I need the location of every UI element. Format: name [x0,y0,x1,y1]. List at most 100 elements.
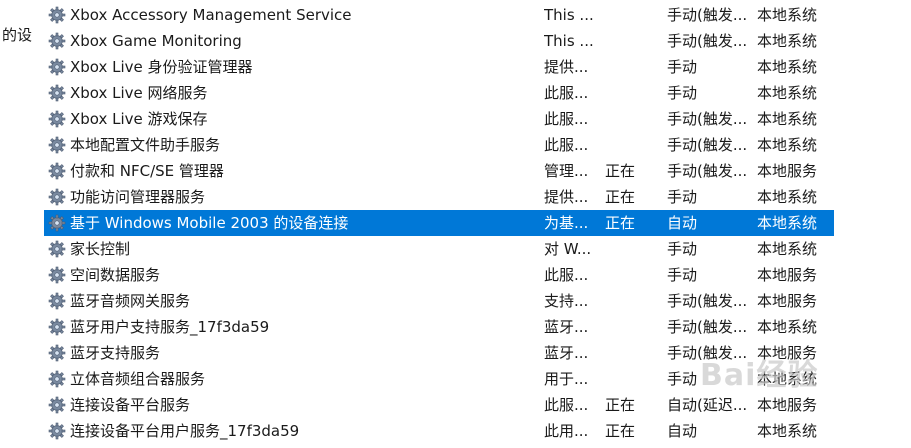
service-logon-as: 本地系统 [757,240,818,258]
service-logon-as: 本地系统 [757,422,818,440]
gear-service-icon [48,292,66,310]
service-row[interactable]: 蓝牙音频网关服务 支持... 手动(触发... 本地服务 [44,288,834,314]
service-startup-type: 手动 [667,84,698,102]
service-description: 此服... [544,136,589,154]
service-name: 付款和 NFC/SE 管理器 [70,162,224,180]
service-logon-as: 本地系统 [757,6,818,24]
service-name: 基于 Windows Mobile 2003 的设备连接 [70,214,349,232]
gear-service-icon [48,6,66,24]
service-row[interactable]: 本地配置文件助手服务 此服... 手动(触发... 本地系统 [44,132,834,158]
service-startup-type: 手动(触发... [667,136,748,154]
service-description: 支持... [544,292,589,310]
service-description: 此服... [544,110,589,128]
gear-service-icon [48,136,66,154]
service-logon-as: 本地系统 [757,84,818,102]
service-name: Xbox Live 身份验证管理器 [70,58,253,76]
service-startup-type: 自动(延迟... [667,396,748,414]
service-description: 管理... [544,162,589,180]
service-startup-type: 手动 [667,188,698,206]
service-name: 空间数据服务 [70,266,161,284]
service-startup-type: 自动 [667,422,698,440]
service-status: 正在 [605,396,636,414]
gear-service-icon [48,396,66,414]
service-name: 蓝牙支持服务 [70,344,161,362]
gear-service-icon [48,344,66,362]
service-row[interactable]: 蓝牙用户支持服务_17f3da59 蓝牙... 手动(触发... 本地系统 [44,314,834,340]
service-name: 蓝牙音频网关服务 [70,292,191,310]
service-row[interactable]: Xbox Live 网络服务 此服... 手动 本地系统 [44,80,834,106]
service-description: 提供... [544,58,589,76]
service-description: 提供... [544,188,589,206]
service-row[interactable]: 功能访问管理器服务 提供... 正在 手动 本地系统 [44,184,834,210]
service-name: 连接设备平台用户服务_17f3da59 [70,422,300,440]
service-status: 正在 [605,162,636,180]
service-name: Xbox Live 网络服务 [70,84,208,102]
service-logon-as: 本地系统 [757,110,818,128]
service-row[interactable]: Xbox Game Monitoring This ... 手动(触发... 本… [44,28,834,54]
service-name: 蓝牙用户支持服务_17f3da59 [70,318,270,336]
gear-service-icon [48,214,66,232]
gear-service-icon [48,422,66,440]
service-description: 蓝牙... [544,344,589,362]
gear-service-icon [48,162,66,180]
service-name: 立体音频组合器服务 [70,370,206,388]
service-row[interactable]: Xbox Live 身份验证管理器 提供... 手动 本地系统 [44,54,834,80]
service-row[interactable]: Xbox Live 游戏保存 此服... 手动(触发... 本地系统 [44,106,834,132]
service-logon-as: 本地系统 [757,58,818,76]
service-description: 用于... [544,370,589,388]
gear-service-icon [48,266,66,284]
service-startup-type: 手动(触发... [667,292,748,310]
service-logon-as: 本地系统 [757,32,818,50]
service-startup-type: 手动(触发... [667,6,748,24]
gear-service-icon [48,58,66,76]
service-description: 为基... [544,214,589,232]
service-description: 此服... [544,396,589,414]
service-row[interactable]: 基于 Windows Mobile 2003 的设备连接 为基... 正在 自动… [44,210,834,236]
service-startup-type: 手动(触发... [667,318,748,336]
gear-service-icon [48,318,66,336]
service-description: This ... [544,32,594,50]
service-name: 本地配置文件助手服务 [70,136,221,154]
service-description: 对 W... [544,240,592,258]
service-name: Xbox Game Monitoring [70,32,242,50]
service-row[interactable]: 空间数据服务 此服... 手动 本地服务 [44,262,834,288]
service-description: This ... [544,6,594,24]
service-logon-as: 本地服务 [757,396,818,414]
service-row[interactable]: 付款和 NFC/SE 管理器 管理... 正在 手动(触发... 本地服务 [44,158,834,184]
service-logon-as: 本地系统 [757,136,818,154]
service-logon-as: 本地系统 [757,318,818,336]
side-panel-text: 的设 [2,26,33,44]
service-logon-as: 本地服务 [757,162,818,180]
service-startup-type: 手动(触发... [667,110,748,128]
service-startup-type: 手动(触发... [667,162,748,180]
service-description: 蓝牙... [544,318,589,336]
service-name: Xbox Live 游戏保存 [70,110,208,128]
service-description: 此用... [544,422,589,440]
service-row[interactable]: Xbox Accessory Management Service This .… [44,2,834,28]
service-logon-as: 本地服务 [757,266,818,284]
service-logon-as: 本地服务 [757,292,818,310]
service-name: 连接设备平台服务 [70,396,191,414]
service-description: 此服... [544,266,589,284]
gear-service-icon [48,240,66,258]
service-row[interactable]: 连接设备平台用户服务_17f3da59 此用... 正在 自动 本地系统 [44,418,834,444]
service-startup-type: 手动 [667,58,698,76]
service-startup-type: 手动 [667,240,698,258]
gear-service-icon [48,32,66,50]
service-name: 功能访问管理器服务 [70,188,206,206]
gear-service-icon [48,188,66,206]
gear-service-icon [48,84,66,102]
service-status: 正在 [605,422,636,440]
service-startup-type: 手动 [667,266,698,284]
service-description: 此服... [544,84,589,102]
service-status: 正在 [605,214,636,232]
gear-service-icon [48,110,66,128]
service-row[interactable]: 连接设备平台服务 此服... 正在 自动(延迟... 本地服务 [44,392,834,418]
service-name: Xbox Accessory Management Service [70,6,352,24]
service-row[interactable]: 家长控制 对 W... 手动 本地系统 [44,236,834,262]
baidu-watermark: Bai经验 [700,358,819,393]
service-startup-type: 自动 [667,214,698,232]
service-logon-as: 本地系统 [757,214,818,232]
service-logon-as: 本地系统 [757,188,818,206]
service-startup-type: 手动(触发... [667,32,748,50]
